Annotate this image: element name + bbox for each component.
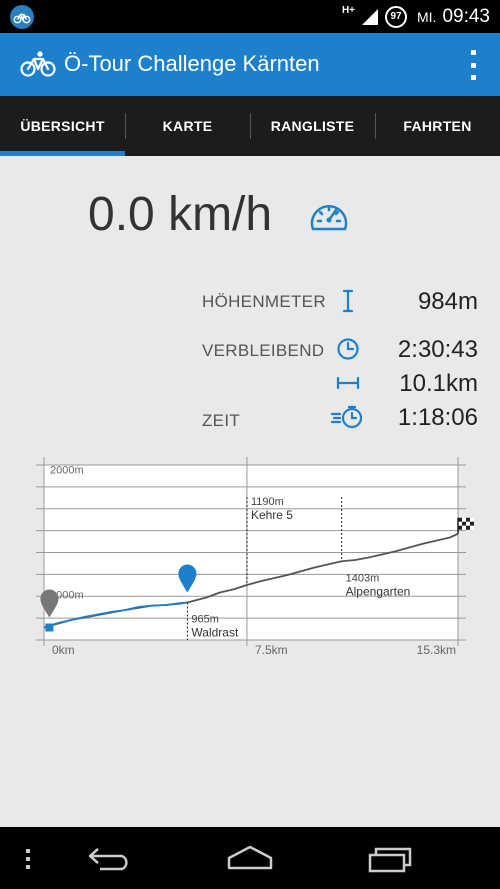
status-day: MI. bbox=[417, 8, 437, 25]
tab-karte[interactable]: KARTE bbox=[125, 96, 250, 156]
finish-flag-icon bbox=[457, 517, 474, 534]
navigation-bar bbox=[0, 827, 500, 889]
clock-icon bbox=[337, 338, 359, 360]
app-title: Ö-Tour Challenge Kärnten bbox=[64, 51, 320, 76]
chart-x-tick-label: 7.5km bbox=[255, 643, 288, 657]
tab-label: KARTE bbox=[162, 118, 213, 134]
tab-label: RANGLISTE bbox=[270, 118, 355, 134]
stopwatch-icon bbox=[330, 405, 363, 429]
finish-flag-cell bbox=[470, 525, 474, 530]
home-icon[interactable] bbox=[225, 844, 275, 872]
chart-x-tick-label: 0km bbox=[52, 643, 75, 657]
elevation-chart: 1000m2000m0km 7.5km 15.3km965mWaldrast1190… bbox=[36, 457, 474, 657]
bicycle-notification-icon bbox=[10, 5, 34, 29]
tab-bar: ÜBERSICHT KARTE RANGLISTE FAHRTEN bbox=[0, 96, 500, 156]
finish-flag-cell bbox=[462, 517, 466, 522]
chart-y-tick-label: 2000m bbox=[50, 465, 84, 477]
finish-flag-cell bbox=[470, 521, 474, 526]
finish-flag-cell bbox=[466, 521, 470, 526]
status-bar: H+ 97 MI. 09:43 bbox=[0, 0, 500, 33]
elevation-icon bbox=[342, 289, 354, 313]
chart-x-tick-label: 15.3km bbox=[417, 643, 456, 657]
elevation-label: HÖHENMETER bbox=[202, 292, 326, 311]
distance-value: 10.1km bbox=[399, 370, 478, 397]
time-value: 1:18:06 bbox=[397, 404, 478, 431]
distance-icon bbox=[336, 376, 360, 390]
finish-flag-cell bbox=[466, 525, 470, 530]
recent-apps-icon[interactable] bbox=[366, 843, 416, 873]
chart-annotation-value: 965m bbox=[191, 614, 219, 626]
tab-label: FAHRTEN bbox=[403, 118, 472, 134]
chart-annotation-value: 1403m bbox=[346, 572, 380, 584]
finish-flag-cell bbox=[466, 517, 470, 522]
start-point-marker bbox=[45, 623, 54, 632]
elevation-value: 984m bbox=[417, 288, 478, 315]
bicycle-icon bbox=[20, 51, 56, 77]
battery-level: 97 bbox=[390, 11, 402, 22]
tab-rangliste[interactable]: RANGLISTE bbox=[250, 96, 375, 156]
status-right: H+ 97 MI. 09:43 bbox=[342, 0, 490, 33]
menu-dots-icon[interactable] bbox=[22, 847, 34, 871]
tab-fahrten[interactable]: FAHRTEN bbox=[375, 96, 500, 156]
remaining-value: 2:30:43 bbox=[397, 336, 478, 363]
back-icon[interactable] bbox=[86, 845, 134, 873]
speedometer-icon bbox=[310, 205, 348, 231]
finish-flag-cell bbox=[462, 525, 466, 530]
tab-uebersicht[interactable]: ÜBERSICHT bbox=[0, 96, 125, 156]
battery-icon: 97 bbox=[385, 5, 407, 28]
signal-icon bbox=[362, 8, 378, 25]
chart-annotation-value: 1190m bbox=[251, 496, 284, 508]
overflow-menu-icon[interactable] bbox=[468, 50, 478, 80]
time-label: ZEIT bbox=[202, 411, 241, 430]
finish-flag-cell bbox=[470, 517, 474, 522]
app-bar: Ö-Tour Challenge Kärnten bbox=[0, 33, 500, 96]
current-speed: 0.0 km/h bbox=[88, 188, 273, 241]
status-time: 09:43 bbox=[442, 5, 490, 27]
network-type-label: H+ bbox=[341, 5, 355, 16]
finish-flag-cell bbox=[462, 521, 466, 526]
chart-annotation-label: Kehre 5 bbox=[251, 508, 293, 522]
remaining-label: VERBLEIBEND bbox=[202, 341, 325, 360]
tab-label: ÜBERSICHT bbox=[20, 118, 105, 134]
chart-annotation-label: Waldrast bbox=[191, 626, 239, 640]
chart-annotation-label: Alpengarten bbox=[346, 584, 411, 598]
